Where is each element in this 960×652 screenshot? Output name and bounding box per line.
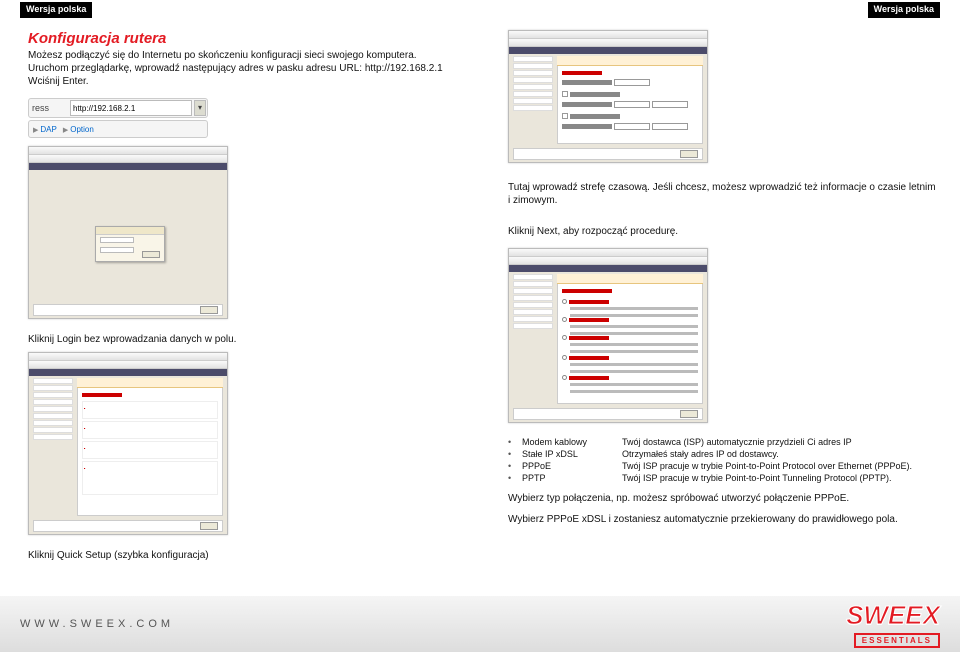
right-column: Tutaj wprowadź strefę czasową. Jeśli chc… [508, 30, 940, 525]
screenshot-quick-setup [28, 352, 228, 535]
paragraph-timezone: Tutaj wprowadź strefę czasową. Jeśli chc… [508, 181, 940, 207]
header-version-left: Wersja polska [20, 2, 92, 18]
paragraph-pppoe: Wybierz PPPoE xDSL i zostaniesz automaty… [508, 514, 940, 525]
intro-para-2: Uruchom przeglądarkę, wprowadź następują… [28, 62, 468, 75]
link-options: Option [63, 125, 94, 134]
bullet-icon: • [508, 449, 522, 459]
address-label: ress [29, 103, 69, 113]
conn-name-2: PPPoE [522, 461, 622, 471]
bullet-icon: • [508, 437, 522, 447]
login-button [142, 251, 160, 258]
page-footer: WWW.SWEEX.COM SWEEX ESSENTIALS [0, 596, 960, 652]
conn-name-1: Stałe IP xDSL [522, 449, 622, 459]
bullet-icon: • [508, 461, 522, 471]
header-version-right: Wersja polska [868, 2, 940, 18]
paragraph-choose: Wybierz typ połączenia, np. możesz sprób… [508, 493, 940, 504]
conn-name-3: PPTP [522, 473, 622, 483]
left-column: Konfiguracja rutera Możesz podłączyć się… [28, 30, 468, 562]
brand-wordmark: SWEEX [846, 600, 940, 631]
screenshot-timezone [508, 30, 708, 163]
conn-desc-3: Twój ISP pracuje w trybie Point-to-Point… [622, 473, 940, 483]
conn-desc-2: Twój ISP pracuje w trybie Point-to-Point… [622, 461, 940, 471]
screenshot-login [28, 146, 228, 319]
address-links-row: DAP Option [28, 120, 208, 138]
connection-types-list: •Modem kablowyTwój dostawca (ISP) automa… [508, 437, 940, 483]
address-input: http://192.168.2.1 [70, 100, 192, 116]
paragraph-next: Kliknij Next, aby rozpocząć procedurę. [508, 225, 940, 238]
intro-para-3: Wciśnij Enter. [28, 75, 468, 88]
conn-desc-1: Otrzymałeś stały adres IP od dostawcy. [622, 449, 940, 459]
address-dropdown-icon: ▾ [194, 100, 206, 116]
conn-desc-0: Twój dostawca (ISP) automatycznie przydz… [622, 437, 940, 447]
address-bar-screenshot: ress http://192.168.2.1 ▾ DAP Option [28, 98, 208, 138]
brand-tagline: ESSENTIALS [854, 633, 940, 648]
address-row: ress http://192.168.2.1 ▾ [28, 98, 208, 118]
footer-logo: SWEEX ESSENTIALS [846, 600, 940, 648]
section-title: Konfiguracja rutera [28, 30, 468, 47]
caption-login: Kliknij Login bez wprowadzania danych w … [28, 333, 468, 346]
caption-quick-setup: Kliknij Quick Setup (szybka konfiguracja… [28, 549, 468, 562]
screenshot-broadband-type [508, 248, 708, 423]
login-dialog [95, 226, 165, 262]
intro-para-1: Możesz podłączyć się do Internetu po sko… [28, 49, 468, 62]
link-dap: DAP [33, 125, 57, 134]
conn-name-0: Modem kablowy [522, 437, 622, 447]
footer-url: WWW.SWEEX.COM [20, 618, 174, 630]
bullet-icon: • [508, 473, 522, 483]
